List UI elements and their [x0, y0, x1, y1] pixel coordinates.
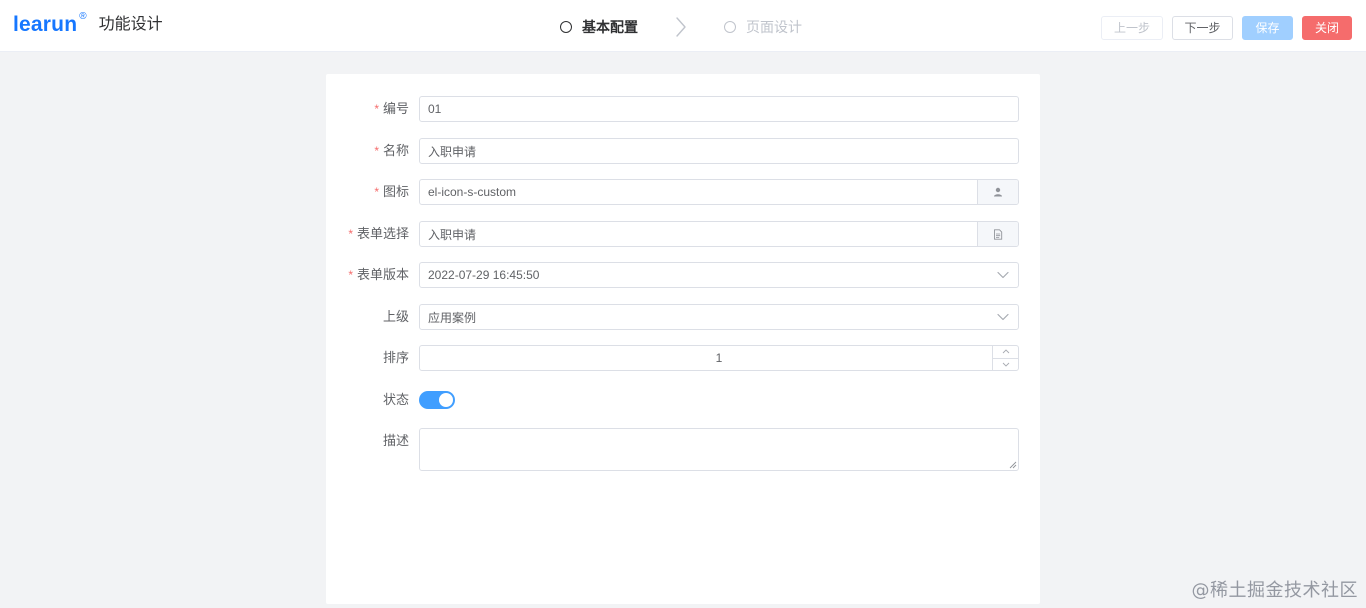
- parent-select[interactable]: 应用案例: [419, 304, 1019, 330]
- field-label: * 表单版本: [348, 262, 409, 288]
- form-row-form-select: * 表单选择 入职申请: [326, 221, 1040, 247]
- code-input[interactable]: 01: [419, 96, 1019, 122]
- page-title: 功能设计: [98, 15, 163, 33]
- sort-number-input[interactable]: 1: [419, 345, 1019, 371]
- status-toggle[interactable]: [419, 391, 455, 409]
- field-label-text: 表单选择: [356, 226, 409, 241]
- description-textarea[interactable]: [419, 428, 1019, 471]
- form-row-icon: * 图标 el-icon-s-custom: [326, 179, 1040, 205]
- close-button[interactable]: 关闭: [1302, 16, 1352, 40]
- form-row-form-version: * 表单版本 2022-07-29 16:45:50: [326, 262, 1040, 288]
- parent-select-value: 应用案例: [428, 310, 477, 325]
- form-version-value: 2022-07-29 16:45:50: [428, 268, 540, 282]
- toggle-knob: [439, 393, 453, 407]
- field-label-text: 排序: [382, 350, 409, 365]
- action-buttons: 上一步 下一步 保存 关闭: [1101, 16, 1352, 40]
- field-label-text: 描述: [382, 433, 409, 448]
- form-row-code: * 编号 01: [326, 96, 1040, 122]
- step-circle-icon: [724, 21, 736, 33]
- decrease-button[interactable]: [993, 359, 1018, 371]
- form-row-parent: 上级 应用案例: [326, 304, 1040, 330]
- field-label: * 编号: [374, 96, 409, 122]
- field-label-text: 名称: [382, 143, 409, 158]
- quantity-stepper: [992, 346, 1018, 370]
- prev-step-button[interactable]: 上一步: [1101, 16, 1163, 40]
- field-label: * 图标: [374, 179, 409, 205]
- chevron-down-icon: [1002, 362, 1009, 367]
- form-row-status: 状态: [326, 387, 1040, 413]
- brand: learun ® 功能设计: [13, 11, 163, 36]
- field-label: * 表单选择: [348, 221, 409, 247]
- form-select-value: 入职申请: [428, 227, 477, 242]
- chevron-down-icon: [988, 305, 1018, 329]
- step-label: 页面设计: [746, 19, 802, 35]
- watermark: @稀土掘金技术社区: [1191, 580, 1358, 601]
- form-version-select[interactable]: 2022-07-29 16:45:50: [419, 262, 1019, 288]
- step-basic-config[interactable]: 基本配置: [560, 20, 638, 34]
- sort-number-value: 1: [715, 351, 723, 365]
- code-input-value: 01: [428, 102, 442, 116]
- field-label-text: 上级: [382, 309, 409, 324]
- field-label-text: 表单版本: [356, 267, 409, 282]
- required-mark: *: [374, 185, 379, 199]
- field-label-text: 编号: [382, 101, 409, 116]
- resize-handle-icon[interactable]: [1007, 459, 1017, 469]
- top-bar: learun ® 功能设计 基本配置 页面设计 上一步 下一步 保存 关闭: [0, 0, 1366, 52]
- required-mark: *: [348, 227, 353, 241]
- document-icon: [994, 228, 1003, 240]
- required-mark: *: [348, 268, 353, 282]
- name-input-value: 入职申请: [428, 144, 477, 159]
- form-select-input[interactable]: 入职申请: [419, 221, 1019, 247]
- save-button[interactable]: 保存: [1242, 16, 1293, 40]
- required-mark: *: [374, 102, 379, 116]
- next-step-button[interactable]: 下一步: [1172, 16, 1233, 40]
- field-label: 状态: [383, 387, 409, 413]
- field-label: 描述: [383, 428, 409, 454]
- icon-input[interactable]: el-icon-s-custom: [419, 179, 1019, 205]
- icon-input-value: el-icon-s-custom: [428, 185, 517, 199]
- step-circle-icon: [560, 21, 572, 33]
- field-label: * 名称: [374, 138, 409, 164]
- field-label-text: 图标: [382, 184, 409, 199]
- form-row-sort: 排序 1: [326, 345, 1040, 371]
- chevron-right-icon: [672, 17, 690, 37]
- steps: 基本配置 页面设计: [560, 17, 802, 37]
- user-icon: [994, 187, 1002, 197]
- registered-mark: ®: [79, 11, 87, 22]
- icon-picker-button[interactable]: [977, 180, 1018, 204]
- field-label: 上级: [383, 304, 409, 330]
- form-card: *编号 01 *名称 入职申请 *图标 el-icon-s-custom: [326, 74, 1040, 604]
- form-row-name: * 名称 入职申请: [326, 138, 1040, 164]
- increase-button[interactable]: [993, 346, 1018, 359]
- field-label: 排序: [383, 345, 409, 371]
- chevron-down-icon: [988, 263, 1018, 287]
- required-mark: *: [374, 144, 379, 158]
- field-label-text: 状态: [382, 392, 409, 407]
- brand-logo: learun: [13, 13, 78, 36]
- chevron-up-icon: [1002, 349, 1009, 354]
- form-picker-button[interactable]: [977, 222, 1018, 246]
- form-row-description: 描述: [326, 428, 1040, 471]
- name-input[interactable]: 入职申请: [419, 138, 1019, 164]
- step-label: 基本配置: [582, 19, 638, 35]
- step-page-design[interactable]: 页面设计: [724, 20, 802, 34]
